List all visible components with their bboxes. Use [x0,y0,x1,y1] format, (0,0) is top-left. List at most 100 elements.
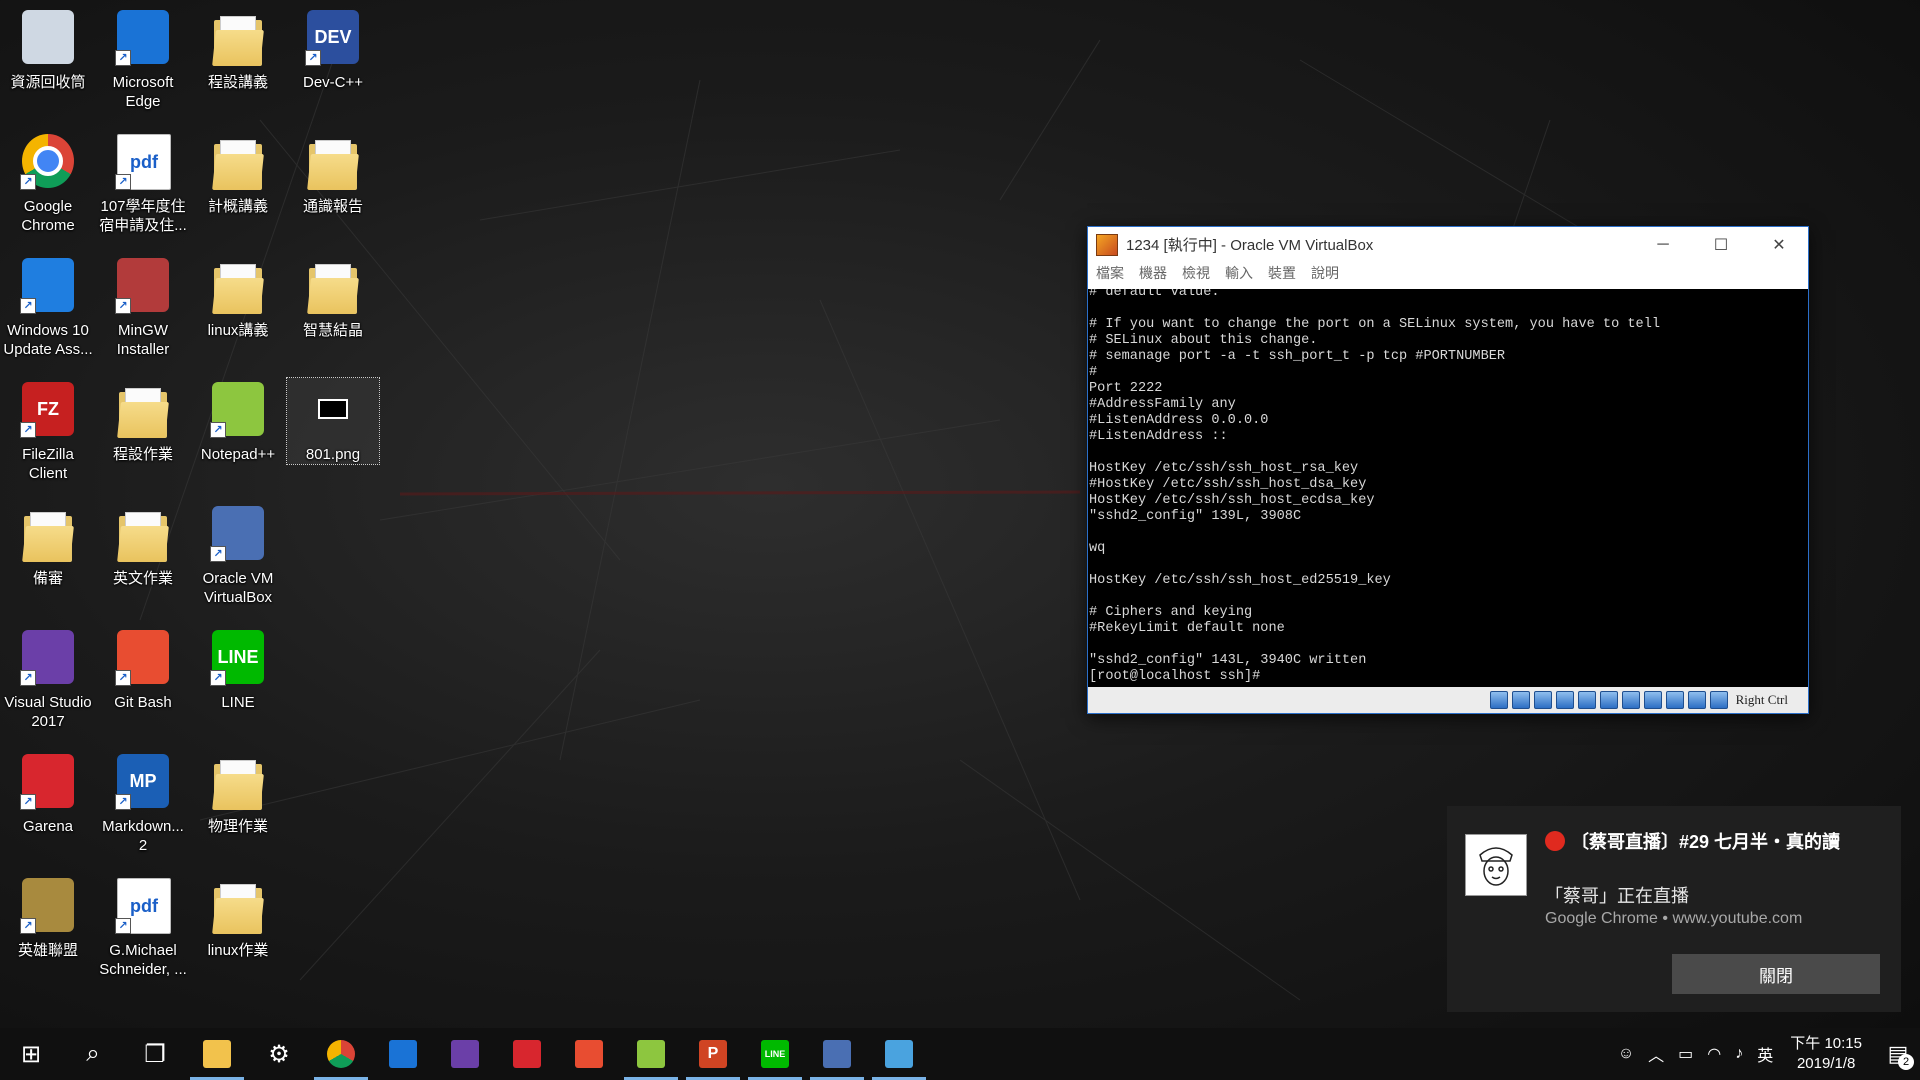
desktop-icon-markdown[interactable]: MP ↗ Markdown... 2 [97,750,189,855]
powerpoint-icon: P [699,1040,727,1068]
menu-devices[interactable]: 裝置 [1268,263,1296,283]
folder-icon [301,130,365,194]
line-icon: LINE [761,1040,789,1068]
taskbar-settings-button[interactable]: ⚙ [248,1028,310,1080]
desktop-icon-folder[interactable]: 智慧結晶 [287,254,379,340]
people-icon[interactable]: ☺ [1618,1045,1634,1063]
desktop-icon-folder[interactable]: 備審 [2,502,94,588]
taskbar-task-view-button[interactable]: ❐ [124,1028,186,1080]
notepadpp-icon [637,1040,665,1068]
task-view-icon: ❐ [144,1040,166,1068]
menu-file[interactable]: 檔案 [1096,263,1124,283]
menu-help[interactable]: 說明 [1311,263,1339,283]
menu-view[interactable]: 檢視 [1182,263,1210,283]
desktop-icon-virtualbox[interactable]: ↗ Oracle VM VirtualBox [192,502,284,607]
taskbar-notepadpp-button[interactable] [620,1028,682,1080]
hard-disk-icon[interactable] [1489,691,1508,709]
shortcut-arrow-icon: ↗ [20,298,36,314]
desktop-icon-filezilla[interactable]: FZ ↗ FileZilla Client [2,378,94,483]
minimize-button[interactable]: ─ [1634,227,1692,262]
desktop-icon-recycle-bin[interactable]: 資源回收筒 [2,6,94,92]
visual-studio-icon [451,1040,479,1068]
folder-icon [111,502,175,566]
taskbar-visual-studio-button[interactable] [434,1028,496,1080]
audio-icon[interactable] [1533,691,1552,709]
desktop-icon-git[interactable]: ↗ Git Bash [97,626,189,712]
vm-console-screen[interactable]: # default value. # If you want to change… [1088,289,1808,687]
desktop-icon-windows-update[interactable]: ↗ Windows 10 Update Ass... [2,254,94,359]
folder-icon [16,502,80,566]
desktop-icon-pdf[interactable]: pdf ↗ 107學年度住宿申請及住... [97,130,189,235]
clock-time: 下午 10:15 [1790,1035,1862,1052]
desktop-icon-folder[interactable]: 通識報告 [287,130,379,216]
desktop-icon-folder[interactable]: 英文作業 [97,502,189,588]
shortcut-arrow-icon: ↗ [20,918,36,934]
action-center-button[interactable]: ▤ 2 [1876,1028,1920,1080]
desktop-icon-folder[interactable]: 程設作業 [97,378,189,464]
desktop-icon-garena[interactable]: ↗ Garena [2,750,94,836]
display-icon[interactable] [1621,691,1640,709]
taskbar-garena-button[interactable] [496,1028,558,1080]
search-icon: ⌕ [86,1040,100,1067]
taskbar-edge-button[interactable] [372,1028,434,1080]
taskbar-line-button[interactable]: LINE [744,1028,806,1080]
shortcut-arrow-icon: ↗ [115,298,131,314]
desktop-icon-label: Notepad++ [200,446,276,463]
desktop-icon-visual-studio[interactable]: ↗ Visual Studio 2017 [2,626,94,731]
virtualbox-titlebar[interactable]: 1234 [執行中] - Oracle VM VirtualBox ─ ☐ ✕ [1088,227,1808,262]
virtualbox-window[interactable]: 1234 [執行中] - Oracle VM VirtualBox ─ ☐ ✕ … [1087,226,1809,714]
taskbar-paint-button[interactable] [868,1028,930,1080]
folder-icon [206,874,270,938]
menu-machine[interactable]: 機器 [1139,263,1167,283]
paint-icon [885,1040,913,1068]
ime-indicator[interactable]: 英 [1757,1042,1773,1066]
notification-toast[interactable]: 〔蔡哥直播〕#29 七月半・真的讀 「蔡哥」正在直播 Google Chrome… [1447,806,1901,1012]
taskbar-chrome-button[interactable] [310,1028,372,1080]
usb-icon[interactable] [1577,691,1596,709]
cpu-icon[interactable] [1665,691,1684,709]
menu-input[interactable]: 輸入 [1225,263,1253,283]
desktop-icon-notepadpp[interactable]: ↗ Notepad++ [192,378,284,464]
shared-folders-icon[interactable] [1599,691,1618,709]
wifi-icon[interactable]: ◠ [1707,1044,1721,1064]
desktop-icon-lol[interactable]: ↗ 英雄聯盟 [2,874,94,960]
taskbar-virtualbox-button[interactable] [806,1028,868,1080]
taskbar-powerpoint-button[interactable]: P [682,1028,744,1080]
mouse-integration-icon[interactable] [1687,691,1706,709]
battery-icon[interactable]: ▭ [1678,1044,1693,1064]
desktop-icon-folder[interactable]: 計概講義 [192,130,284,216]
shortcut-arrow-icon: ↗ [210,422,226,438]
desktop-icon-mingw[interactable]: ↗ MinGW Installer [97,254,189,359]
desktop-icon-chrome[interactable]: ↗ Google Chrome [2,130,94,235]
video-capture-icon[interactable] [1643,691,1662,709]
taskbar-file-explorer-button[interactable] [186,1028,248,1080]
network-icon[interactable] [1555,691,1574,709]
desktop-icon-image-file[interactable]: 801.png [286,377,380,465]
desktop-icon-folder[interactable]: 程設講義 [192,6,284,92]
maximize-button[interactable]: ☐ [1692,227,1750,262]
desktop-icon-label: 英雄聯盟 [17,942,78,959]
desktop-icon-folder[interactable]: linux講義 [192,254,284,340]
desktop-icon-label: Dev-C++ [302,74,364,91]
optical-drive-icon[interactable] [1511,691,1530,709]
desktop-icon-folder[interactable]: 物理作業 [192,750,284,836]
keyboard-icon[interactable] [1709,691,1728,709]
desktop-icon-label: Google Chrome [21,198,75,234]
image-file-icon [301,378,365,442]
desktop-icon-edge[interactable]: ↗ Microsoft Edge [97,6,189,111]
desktop-icon-folder[interactable]: linux作業 [192,874,284,960]
close-button[interactable]: ✕ [1750,227,1808,262]
taskbar-git-button[interactable] [558,1028,620,1080]
desktop-icon-label: Microsoft Edge [112,74,174,110]
desktop-icon-devcpp[interactable]: DEV ↗ Dev-C++ [287,6,379,92]
taskbar-search-button[interactable]: ⌕ [62,1028,124,1080]
shortcut-arrow-icon: ↗ [115,174,131,190]
close-notification-button[interactable]: 關閉 [1672,954,1880,994]
desktop-icon-pdf[interactable]: pdf ↗ G.Michael Schneider, ... [97,874,189,979]
taskbar-start-button[interactable]: ⊞ [0,1028,62,1080]
desktop-icon-line[interactable]: LINE ↗ LINE [192,626,284,712]
volume-icon[interactable]: ♪ [1735,1045,1743,1063]
chevron-up-icon[interactable]: ︿ [1648,1042,1664,1066]
clock[interactable]: 下午 10:15 2019/1/8 [1790,1034,1862,1074]
shortcut-arrow-icon: ↗ [210,546,226,562]
